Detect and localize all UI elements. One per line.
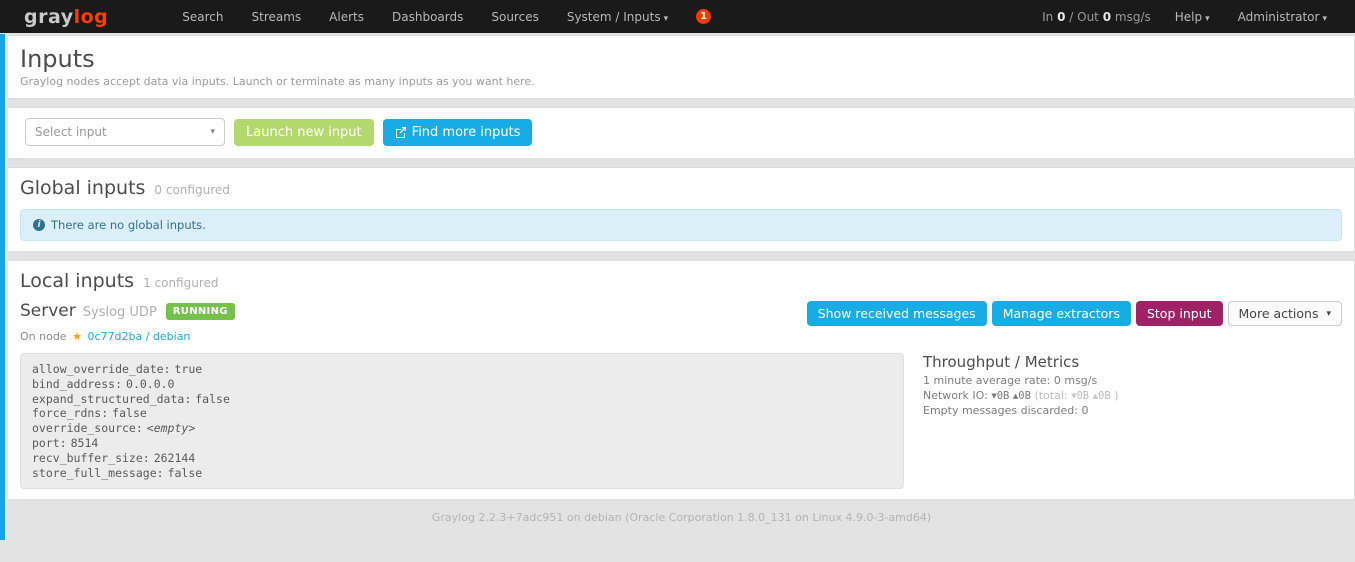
config-line: override_source:<empty> bbox=[32, 421, 892, 436]
local-inputs-count: 1 configured bbox=[143, 276, 218, 290]
input-type-select[interactable]: Select input ▾ bbox=[25, 118, 225, 146]
network-up-value: 0B bbox=[1018, 390, 1031, 402]
nav-item-system-inputs[interactable]: System / Inputs▾ bbox=[553, 1, 682, 33]
network-down-value: 0B bbox=[997, 390, 1010, 402]
info-icon bbox=[33, 219, 45, 231]
caret-down-icon: ▾ bbox=[664, 14, 669, 24]
down-arrow-icon: ▼ bbox=[1071, 392, 1076, 400]
local-inputs-header: Local inputs 1 configured bbox=[20, 269, 1342, 293]
input-type: Syslog UDP bbox=[83, 305, 157, 320]
input-title-wrap: Server Syslog UDP RUNNING bbox=[20, 301, 235, 322]
main-menu: Search Streams Alerts Dashboards Sources… bbox=[168, 1, 711, 33]
global-inputs-count: 0 configured bbox=[154, 183, 229, 197]
in-rate-value: 0 bbox=[1057, 10, 1065, 24]
up-arrow-icon: ▲ bbox=[1093, 392, 1098, 400]
total-up-value: 0B bbox=[1098, 390, 1111, 402]
config-line: store_full_message:false bbox=[32, 466, 892, 481]
input-entry-body: allow_override_date:true bind_address:0.… bbox=[20, 353, 1342, 489]
page-subtitle: Graylog nodes accept data via inputs. La… bbox=[20, 75, 1342, 88]
logo-log: log bbox=[74, 6, 109, 28]
nav-item-streams[interactable]: Streams bbox=[238, 1, 316, 33]
alert-text: There are no global inputs. bbox=[51, 218, 206, 232]
caret-down-icon: ▾ bbox=[210, 127, 215, 137]
input-action-buttons: Show received messages Manage extractors… bbox=[807, 301, 1342, 326]
nav-item-sources[interactable]: Sources bbox=[477, 1, 552, 33]
metric-empty-discarded: Empty messages discarded: 0 bbox=[923, 404, 1342, 419]
stop-input-button[interactable]: Stop input bbox=[1136, 301, 1223, 326]
global-inputs-panel: Global inputs 0 configured There are no … bbox=[8, 167, 1355, 252]
launch-new-input-button[interactable]: Launch new input bbox=[234, 119, 374, 146]
up-arrow-icon: ▲ bbox=[1013, 392, 1018, 400]
page-content: Inputs Graylog nodes accept data via inp… bbox=[8, 35, 1355, 524]
metric-network-io: Network IO: ▼0B ▲0B (total: ▼0B ▲0B ) bbox=[923, 389, 1342, 405]
select-placeholder: Select input bbox=[35, 125, 107, 139]
on-node-line: On node ★ 0c77d2ba / debian bbox=[20, 330, 1342, 343]
input-name: Server bbox=[20, 301, 76, 321]
notification-badge[interactable]: 1 bbox=[696, 9, 711, 24]
page-title: Inputs bbox=[20, 44, 1342, 74]
config-line: force_rdns:false bbox=[32, 406, 892, 421]
total-down-value: 0B bbox=[1076, 390, 1089, 402]
external-link-icon bbox=[395, 126, 407, 138]
top-navbar: graylog Search Streams Alerts Dashboards… bbox=[0, 0, 1355, 33]
window-edge-strip bbox=[0, 34, 5, 540]
input-entry-header: Server Syslog UDP RUNNING Show received … bbox=[20, 301, 1342, 326]
local-inputs-panel: Local inputs 1 configured Server Syslog … bbox=[8, 260, 1355, 500]
version-footer: Graylog 2.2.3+7adc951 on debian (Oracle … bbox=[8, 511, 1355, 524]
throughput-metrics: Throughput / Metrics 1 minute average ra… bbox=[904, 353, 1342, 419]
manage-extractors-button[interactable]: Manage extractors bbox=[992, 301, 1131, 326]
navbar-right: In 0 / Out 0 msg/s Help▾ Administrator▾ bbox=[1032, 1, 1341, 33]
metric-rate: 1 minute average rate: 0 msg/s bbox=[923, 374, 1342, 389]
page-header-panel: Inputs Graylog nodes accept data via inp… bbox=[8, 35, 1355, 99]
nav-item-search[interactable]: Search bbox=[168, 1, 237, 33]
config-line: port:8514 bbox=[32, 436, 892, 451]
more-actions-button[interactable]: More actions▾ bbox=[1228, 301, 1342, 326]
no-global-inputs-alert: There are no global inputs. bbox=[20, 209, 1342, 241]
nav-item-help[interactable]: Help▾ bbox=[1161, 1, 1224, 33]
create-input-row: Select input ▾ Launch new input Find mor… bbox=[20, 116, 1342, 148]
nav-item-dashboards[interactable]: Dashboards bbox=[378, 1, 477, 33]
graylog-logo[interactable]: graylog bbox=[24, 6, 108, 28]
status-badge: RUNNING bbox=[166, 303, 235, 320]
logo-gray: gray bbox=[24, 6, 74, 28]
metrics-title: Throughput / Metrics bbox=[923, 353, 1342, 371]
find-more-inputs-button[interactable]: Find more inputs bbox=[383, 119, 533, 146]
create-input-panel: Select input ▾ Launch new input Find mor… bbox=[8, 107, 1355, 159]
caret-down-icon: ▾ bbox=[1205, 14, 1210, 24]
out-rate-value: 0 bbox=[1103, 10, 1111, 24]
input-config-well: allow_override_date:true bind_address:0.… bbox=[20, 353, 904, 489]
star-icon: ★ bbox=[72, 330, 82, 343]
caret-down-icon: ▾ bbox=[1326, 309, 1331, 319]
config-line: expand_structured_data:false bbox=[32, 392, 892, 407]
nav-item-user-menu[interactable]: Administrator▾ bbox=[1224, 1, 1341, 33]
caret-down-icon: ▾ bbox=[1322, 14, 1327, 24]
config-line: allow_override_date:true bbox=[32, 362, 892, 377]
network-total: (total: ▼0B ▲0B ) bbox=[1034, 389, 1118, 402]
local-inputs-title: Local inputs bbox=[20, 269, 134, 293]
throughput-indicator: In 0 / Out 0 msg/s bbox=[1032, 10, 1161, 24]
global-inputs-header: Global inputs 0 configured bbox=[20, 176, 1342, 200]
config-line: bind_address:0.0.0.0 bbox=[32, 377, 892, 392]
down-arrow-icon: ▼ bbox=[991, 392, 996, 400]
config-line: recv_buffer_size:262144 bbox=[32, 451, 892, 466]
node-link[interactable]: 0c77d2ba / debian bbox=[87, 330, 190, 343]
show-received-messages-button[interactable]: Show received messages bbox=[807, 301, 987, 326]
global-inputs-title: Global inputs bbox=[20, 176, 145, 200]
nav-item-alerts[interactable]: Alerts bbox=[315, 1, 378, 33]
